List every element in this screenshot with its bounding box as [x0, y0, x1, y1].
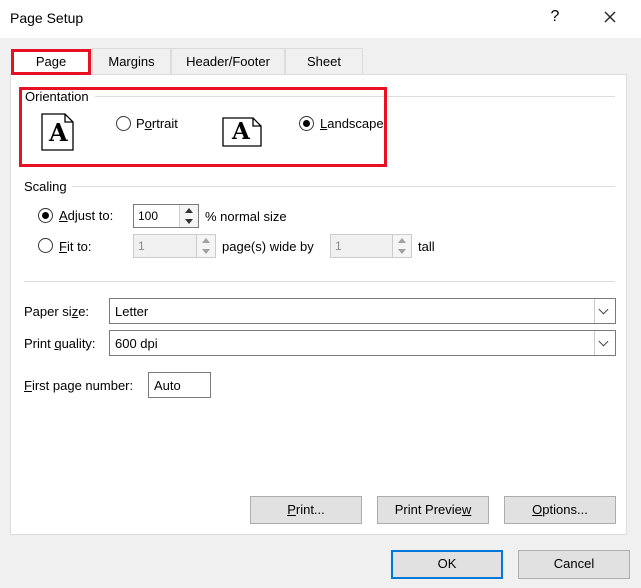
title-bar: [0, 0, 641, 38]
landscape-glyph: A: [232, 118, 250, 145]
adjust-down-button[interactable]: [180, 216, 198, 227]
tall-down-button[interactable]: [393, 246, 411, 257]
first-page-number-value: Auto: [154, 378, 181, 393]
normal-size-label: % normal size: [205, 209, 287, 224]
tab-sheet[interactable]: Sheet: [285, 48, 363, 74]
options-button[interactable]: Options...: [504, 496, 616, 524]
tab-header-footer[interactable]: Header/Footer: [171, 48, 285, 74]
wide-down-button[interactable]: [197, 246, 215, 257]
fit-to-radio[interactable]: [38, 238, 53, 253]
arrow-down-icon: [185, 219, 193, 224]
arrow-down-icon: [398, 249, 406, 254]
pages-wide-spinner[interactable]: 1: [133, 234, 216, 258]
portrait-radio[interactable]: [116, 116, 131, 131]
arrow-up-icon: [202, 238, 210, 243]
paper-divider: [24, 281, 615, 282]
fit-to-label[interactable]: Fit to:: [59, 239, 92, 254]
close-icon[interactable]: [598, 5, 622, 29]
print-quality-value: 600 dpi: [115, 336, 158, 351]
portrait-glyph: A: [49, 118, 68, 147]
print-quality-label: Print quality:: [24, 336, 96, 351]
scaling-divider: [72, 186, 615, 187]
paper-size-label: Paper size:: [24, 304, 90, 319]
chevron-down-icon: [598, 304, 609, 315]
landscape-label[interactable]: Landscape: [320, 116, 384, 131]
landscape-page-icon: A: [222, 117, 262, 150]
tab-margins[interactable]: Margins: [92, 48, 171, 74]
cancel-button[interactable]: Cancel: [518, 550, 630, 579]
pages-tall-label: tall: [418, 239, 435, 254]
pages-wide-value: 1: [138, 239, 145, 253]
portrait-page-icon: A: [41, 113, 75, 154]
adjust-to-radio[interactable]: [38, 208, 53, 223]
arrow-up-icon: [398, 238, 406, 243]
first-page-number-input[interactable]: Auto: [148, 372, 211, 398]
pages-tall-value: 1: [335, 239, 342, 253]
first-page-number-label: First page number:: [24, 378, 134, 393]
window-title: Page Setup: [10, 10, 84, 26]
pages-wide-label: page(s) wide by: [222, 239, 314, 254]
print-preview-button[interactable]: Print Preview: [377, 496, 489, 524]
adjust-to-label[interactable]: Adjust to:: [59, 208, 113, 223]
portrait-label[interactable]: Portrait: [136, 116, 178, 131]
landscape-radio[interactable]: [299, 116, 314, 131]
paper-size-dropdown-button[interactable]: [594, 299, 615, 323]
arrow-up-icon: [185, 208, 193, 213]
print-button[interactable]: Print...: [250, 496, 362, 524]
tab-page[interactable]: Page: [11, 49, 91, 75]
adjust-to-spinner[interactable]: 100: [133, 204, 199, 228]
arrow-down-icon: [202, 249, 210, 254]
paper-size-select[interactable]: Letter: [109, 298, 616, 324]
print-quality-select[interactable]: 600 dpi: [109, 330, 616, 356]
chevron-down-icon: [598, 336, 609, 347]
scaling-heading: Scaling: [24, 179, 67, 194]
pages-tall-spinner[interactable]: 1: [330, 234, 412, 258]
help-icon[interactable]: ?: [548, 8, 562, 26]
print-quality-dropdown-button[interactable]: [594, 331, 615, 355]
adjust-to-value: 100: [138, 209, 159, 223]
ok-button[interactable]: OK: [391, 550, 503, 579]
paper-size-value: Letter: [115, 304, 149, 319]
